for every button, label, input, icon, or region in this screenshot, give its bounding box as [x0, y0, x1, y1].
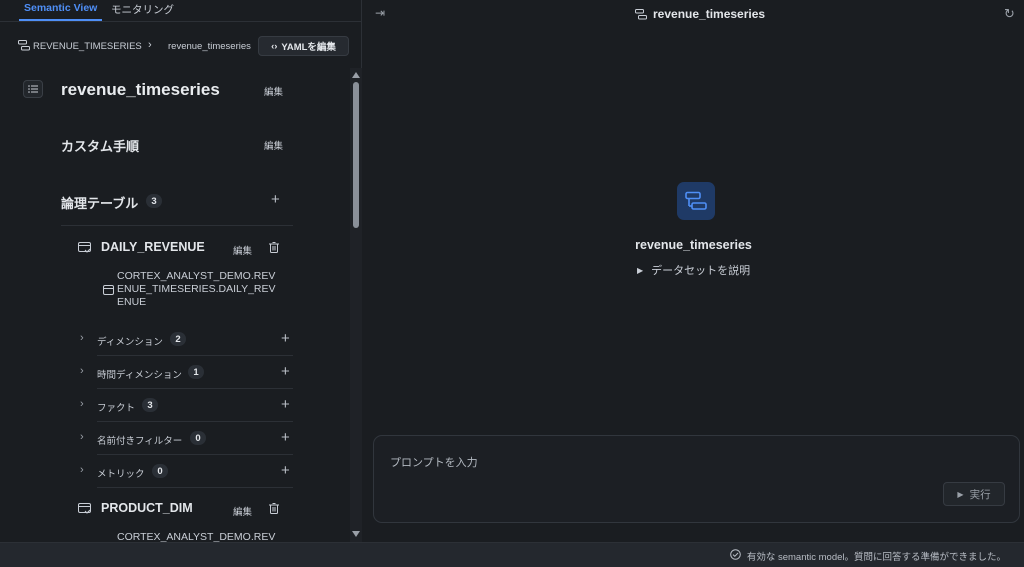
- chevron-right-icon: ›: [80, 365, 84, 377]
- edit-model-button[interactable]: 編集: [264, 84, 283, 98]
- section-label: メトリック: [97, 469, 145, 480]
- breadcrumb-leaf: revenue_timeseries: [168, 41, 251, 52]
- refresh-icon[interactable]: ↻: [1004, 6, 1015, 22]
- tab-monitoring[interactable]: モニタリング: [111, 2, 174, 17]
- section-label: ディメンション: [97, 337, 163, 348]
- describe-dataset-toggle[interactable]: ▶ データセットを説明: [637, 262, 750, 278]
- table-source-path: CORTEX_ANALYST_DEMO.REV: [117, 531, 276, 542]
- divider: [97, 355, 293, 356]
- section-label: 名前付きフィルター: [97, 436, 183, 447]
- scroll-down-icon[interactable]: [352, 531, 360, 537]
- add-dimension-button[interactable]: +: [281, 331, 290, 346]
- semantic-view-icon: [635, 9, 647, 23]
- section-count: 2: [170, 332, 186, 346]
- chevron-right-icon: ›: [80, 431, 84, 443]
- section-count: 0: [190, 431, 206, 445]
- scroll-thumb[interactable]: [353, 82, 359, 228]
- section-count: 0: [152, 464, 168, 478]
- logical-tables-label: 論理テーブル: [61, 196, 139, 211]
- breadcrumb-root[interactable]: REVENUE_TIMESERIES: [33, 41, 142, 52]
- chevron-right-icon: ›: [80, 398, 84, 410]
- database-table-icon: [103, 285, 114, 298]
- model-tree: revenue_timeseries 編集 カスタム手順 編集 論理テーブル 3…: [0, 68, 362, 542]
- code-icon: ‹›: [271, 40, 278, 52]
- prompt-input[interactable]: プロンプトを入力 ▶ 実行: [373, 435, 1020, 523]
- chat-header-title: revenue_timeseries: [653, 7, 766, 21]
- describe-dataset-label: データセットを説明: [651, 265, 751, 277]
- left-panel: Semantic View モニタリング REVENUE_TIMESERIES …: [0, 0, 362, 542]
- add-metric-button[interactable]: +: [281, 463, 290, 478]
- right-panel: ⇥ revenue_timeseries ↻ revenue_timeserie…: [363, 0, 1024, 542]
- add-named-filter-button[interactable]: +: [281, 430, 290, 445]
- edit-yaml-label: YAMLを編集: [281, 42, 336, 53]
- status-text: 有効な semantic model。質問に回答する準備ができました。: [746, 552, 1006, 563]
- section-count: 1: [188, 365, 204, 379]
- semantic-model-icon: [677, 182, 715, 220]
- scroll-up-icon[interactable]: [352, 72, 360, 78]
- model-title: revenue_timeseries: [635, 238, 752, 252]
- divider: [97, 388, 293, 389]
- divider: [61, 225, 293, 226]
- table-name-daily-revenue[interactable]: DAILY_REVENUE: [101, 240, 205, 254]
- play-icon: ▶: [637, 265, 644, 275]
- trash-icon[interactable]: [269, 242, 279, 256]
- status-message: 有効な semantic model。質問に回答する準備ができました。: [730, 549, 1006, 563]
- add-fact-button[interactable]: +: [281, 397, 290, 412]
- collapse-panel-icon[interactable]: ⇥: [375, 6, 385, 20]
- table-name-product-dim[interactable]: PRODUCT_DIM: [101, 501, 193, 515]
- scrollbar[interactable]: [350, 68, 362, 542]
- tab-bar: Semantic View モニタリング: [0, 0, 362, 22]
- section-label: ファクト: [97, 403, 136, 414]
- edit-table-button[interactable]: 編集: [233, 243, 252, 257]
- custom-instructions-label: カスタム手順: [61, 139, 140, 154]
- chevron-right-icon: ›: [80, 332, 84, 344]
- table-icon: [78, 242, 91, 257]
- divider: [97, 421, 293, 422]
- tab-semantic-view[interactable]: Semantic View: [18, 2, 103, 21]
- divider: [97, 454, 293, 455]
- play-icon: ▶: [957, 489, 964, 499]
- divider: [97, 487, 293, 488]
- edit-yaml-button[interactable]: ‹› YAMLを編集: [258, 36, 349, 56]
- breadcrumb: REVENUE_TIMESERIES › revenue_timeseries …: [0, 33, 362, 59]
- section-count: 3: [142, 398, 158, 412]
- semantic-view-icon: [18, 40, 30, 54]
- table-source-path: CORTEX_ANALYST_DEMO.REV ENUE_TIMESERIES.…: [117, 270, 276, 308]
- trash-icon[interactable]: [269, 503, 279, 517]
- add-time-dimension-button[interactable]: +: [281, 364, 290, 379]
- chevron-right-icon: ›: [80, 464, 84, 476]
- run-label: 実行: [969, 488, 991, 501]
- edit-table-button[interactable]: 編集: [233, 504, 252, 518]
- run-button[interactable]: ▶ 実行: [943, 482, 1005, 506]
- table-icon: [78, 503, 91, 518]
- status-bar: 有効な semantic model。質問に回答する準備ができました。: [0, 542, 1024, 567]
- chevron-right-icon: ›: [148, 39, 152, 51]
- logical-tables-count: 3: [146, 194, 162, 208]
- section-label: 時間ディメンション: [97, 370, 182, 381]
- edit-custom-instructions-button[interactable]: 編集: [264, 138, 283, 152]
- check-circle-icon: [730, 549, 741, 563]
- prompt-placeholder: プロンプトを入力: [390, 457, 478, 469]
- add-logical-table-button[interactable]: +: [271, 192, 280, 207]
- list-icon: [23, 80, 43, 98]
- model-name: revenue_timeseries: [61, 80, 220, 99]
